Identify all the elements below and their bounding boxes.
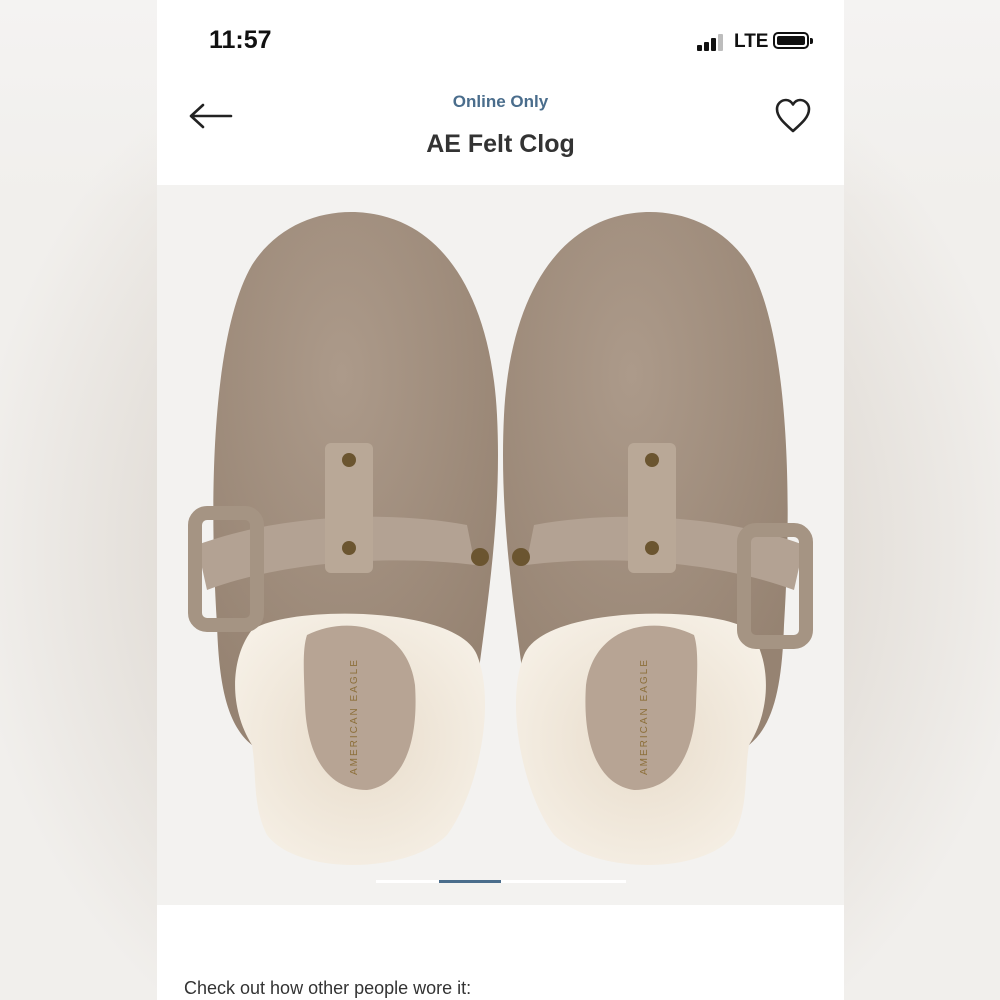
status-time: 11:57 bbox=[209, 26, 272, 54]
right-clog: AMERICAN EAGLE bbox=[503, 212, 813, 865]
heart-outline-icon bbox=[775, 98, 811, 133]
left-clog: AMERICAN EAGLE bbox=[188, 212, 498, 865]
cell-signal-icon bbox=[697, 33, 727, 51]
gallery-pagination[interactable] bbox=[376, 880, 626, 883]
battery-icon bbox=[773, 32, 813, 49]
community-caption: Check out how other people wore it: bbox=[184, 978, 472, 998]
insole-brand-left: AMERICAN EAGLE bbox=[349, 658, 360, 775]
pagination-segment[interactable] bbox=[563, 880, 626, 883]
product-image: AMERICAN EAGLE AMERICAN EAGLE bbox=[188, 212, 813, 865]
product-title: AE Felt Clog bbox=[426, 130, 575, 158]
product-image-gallery[interactable]: AMERICAN EAGLE AMERICAN EAGLE bbox=[157, 185, 844, 905]
online-only-label: Online Only bbox=[452, 92, 549, 111]
pagination-segment[interactable] bbox=[376, 880, 439, 883]
pagination-segment[interactable] bbox=[501, 880, 564, 883]
product-header: Online Only AE Felt Clog bbox=[157, 80, 844, 185]
insole-brand-right: AMERICAN EAGLE bbox=[639, 658, 650, 775]
wishlist-button[interactable] bbox=[772, 96, 814, 136]
pagination-segment[interactable] bbox=[438, 880, 501, 883]
status-bar: 11:57 LTE bbox=[157, 0, 844, 80]
network-type: LTE bbox=[734, 31, 769, 52]
app-screen: 11:57 LTE Online Only AE Felt Clog AMERI… bbox=[157, 0, 844, 1000]
